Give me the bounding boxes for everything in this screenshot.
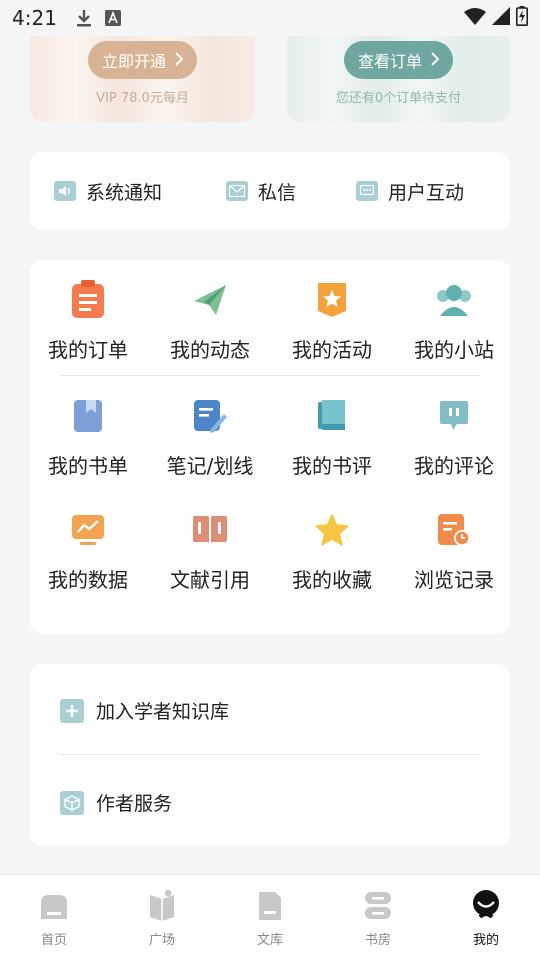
history-clock-icon bbox=[432, 508, 476, 552]
grid-item-my-favorites[interactable]: 我的收藏 bbox=[274, 508, 390, 593]
grid-item-my-data[interactable]: 我的数据 bbox=[30, 508, 146, 593]
vip-open-button[interactable]: 立即开通 bbox=[87, 41, 197, 79]
cube-icon bbox=[60, 790, 84, 815]
square-icon bbox=[146, 889, 178, 925]
tab-home[interactable]: 首页 bbox=[14, 889, 94, 948]
battery-charging-icon bbox=[516, 6, 528, 30]
grid-item-my-booklist[interactable]: 我的书单 bbox=[30, 394, 146, 479]
grid-item-literature-citation[interactable]: 文献引用 bbox=[152, 508, 268, 593]
community-icon bbox=[432, 278, 476, 322]
author-services-item[interactable]: 作者服务 bbox=[60, 789, 172, 816]
wifi-icon bbox=[464, 7, 486, 29]
home-icon bbox=[38, 889, 70, 925]
note-pen-icon bbox=[188, 394, 232, 438]
grid-label: 我的书评 bbox=[292, 454, 372, 478]
author-services-label: 作者服务 bbox=[96, 793, 173, 815]
grid-label: 我的评论 bbox=[414, 454, 494, 478]
speaker-icon bbox=[54, 181, 76, 201]
order-list-icon bbox=[66, 278, 110, 322]
system-notification-label: 系统通知 bbox=[86, 181, 163, 204]
grid-label: 我的收藏 bbox=[292, 568, 372, 592]
user-interaction-label: 用户互动 bbox=[388, 181, 465, 204]
view-orders-button[interactable]: 查看订单 bbox=[343, 41, 453, 79]
paper-plane-icon bbox=[188, 278, 232, 322]
list-divider bbox=[60, 754, 480, 755]
notification-card: 系统通知 私信 用户互动 bbox=[30, 152, 510, 230]
vip-promo-card: 立即开通 VIP 78.0元每月 bbox=[30, 36, 255, 122]
services-card: 加入学者知识库 作者服务 bbox=[30, 664, 510, 846]
tab-square[interactable]: 广场 bbox=[122, 889, 202, 948]
tab-profile[interactable]: 我的 bbox=[446, 889, 526, 948]
bottom-tab-bar: 首页 广场 文库 书房 我的 bbox=[0, 874, 540, 960]
grid-item-my-station[interactable]: 我的小站 bbox=[396, 278, 512, 363]
order-promo-card: 查看订单 您还有0个订单待支付 bbox=[287, 36, 510, 122]
grid-label: 我的书单 bbox=[48, 454, 128, 478]
chevron-right-icon bbox=[430, 51, 440, 70]
library-icon bbox=[254, 889, 286, 925]
grid-label: 我的数据 bbox=[48, 568, 128, 592]
grid-item-notes-highlights[interactable]: 笔记/划线 bbox=[152, 394, 268, 479]
chevron-right-icon bbox=[174, 51, 184, 70]
feature-grid-card: 我的订单 我的动态 我的活动 我的小站 我的书单 笔记/划线 我的书评 我的评论… bbox=[30, 260, 510, 634]
profile-icon bbox=[470, 889, 502, 925]
vip-price-text: VIP 78.0元每月 bbox=[96, 91, 189, 106]
tab-study[interactable]: 书房 bbox=[338, 889, 418, 948]
mail-icon bbox=[226, 181, 248, 201]
grid-label: 浏览记录 bbox=[414, 568, 494, 592]
status-bar: 4:21 bbox=[0, 0, 540, 36]
grid-item-my-activities[interactable]: 我的活动 bbox=[274, 278, 390, 363]
grid-label: 文献引用 bbox=[170, 568, 250, 592]
tab-home-label: 首页 bbox=[40, 933, 67, 948]
star-badge-icon bbox=[310, 278, 354, 322]
join-scholar-library-item[interactable]: 加入学者知识库 bbox=[60, 697, 229, 724]
study-icon bbox=[362, 889, 394, 925]
join-scholar-library-label: 加入学者知识库 bbox=[96, 701, 230, 723]
private-message-item[interactable]: 私信 bbox=[226, 178, 296, 205]
grid-divider bbox=[60, 375, 480, 376]
status-time: 4:21 bbox=[12, 6, 57, 30]
tab-library-label: 文库 bbox=[256, 933, 283, 948]
grid-item-browsing-history[interactable]: 浏览记录 bbox=[396, 508, 512, 593]
vip-open-button-label: 立即开通 bbox=[101, 52, 166, 71]
tab-study-label: 书房 bbox=[364, 933, 391, 948]
chart-monitor-icon bbox=[66, 508, 110, 552]
grid-label: 我的动态 bbox=[170, 338, 250, 362]
tab-square-label: 广场 bbox=[148, 933, 175, 948]
signal-icon bbox=[492, 7, 510, 29]
book-review-icon bbox=[310, 394, 354, 438]
user-interaction-item[interactable]: 用户互动 bbox=[356, 178, 464, 205]
chat-icon bbox=[356, 181, 378, 201]
star-icon bbox=[310, 508, 354, 552]
pending-orders-text: 您还有0个订单待支付 bbox=[335, 91, 462, 106]
grid-item-my-book-reviews[interactable]: 我的书评 bbox=[274, 394, 390, 479]
keyboard-a-icon bbox=[104, 10, 121, 26]
tab-profile-label: 我的 bbox=[472, 933, 499, 948]
comment-bubble-icon bbox=[432, 394, 476, 438]
promo-row: 立即开通 VIP 78.0元每月 查看订单 您还有0个订单待支付 bbox=[30, 36, 510, 122]
grid-label: 我的活动 bbox=[292, 338, 372, 362]
bookmark-book-icon bbox=[66, 394, 110, 438]
system-notification-item[interactable]: 系统通知 bbox=[54, 178, 162, 205]
download-icon bbox=[75, 8, 93, 28]
tab-library[interactable]: 文库 bbox=[230, 889, 310, 948]
grid-item-my-orders[interactable]: 我的订单 bbox=[30, 278, 146, 363]
grid-item-my-feeds[interactable]: 我的动态 bbox=[152, 278, 268, 363]
view-orders-button-label: 查看订单 bbox=[357, 52, 422, 71]
grid-label: 我的小站 bbox=[414, 338, 494, 362]
open-book-icon bbox=[188, 508, 232, 552]
grid-item-my-comments[interactable]: 我的评论 bbox=[396, 394, 512, 479]
plus-icon bbox=[60, 698, 84, 723]
grid-label: 我的订单 bbox=[48, 338, 128, 362]
grid-label: 笔记/划线 bbox=[166, 454, 254, 478]
private-message-label: 私信 bbox=[258, 181, 297, 204]
